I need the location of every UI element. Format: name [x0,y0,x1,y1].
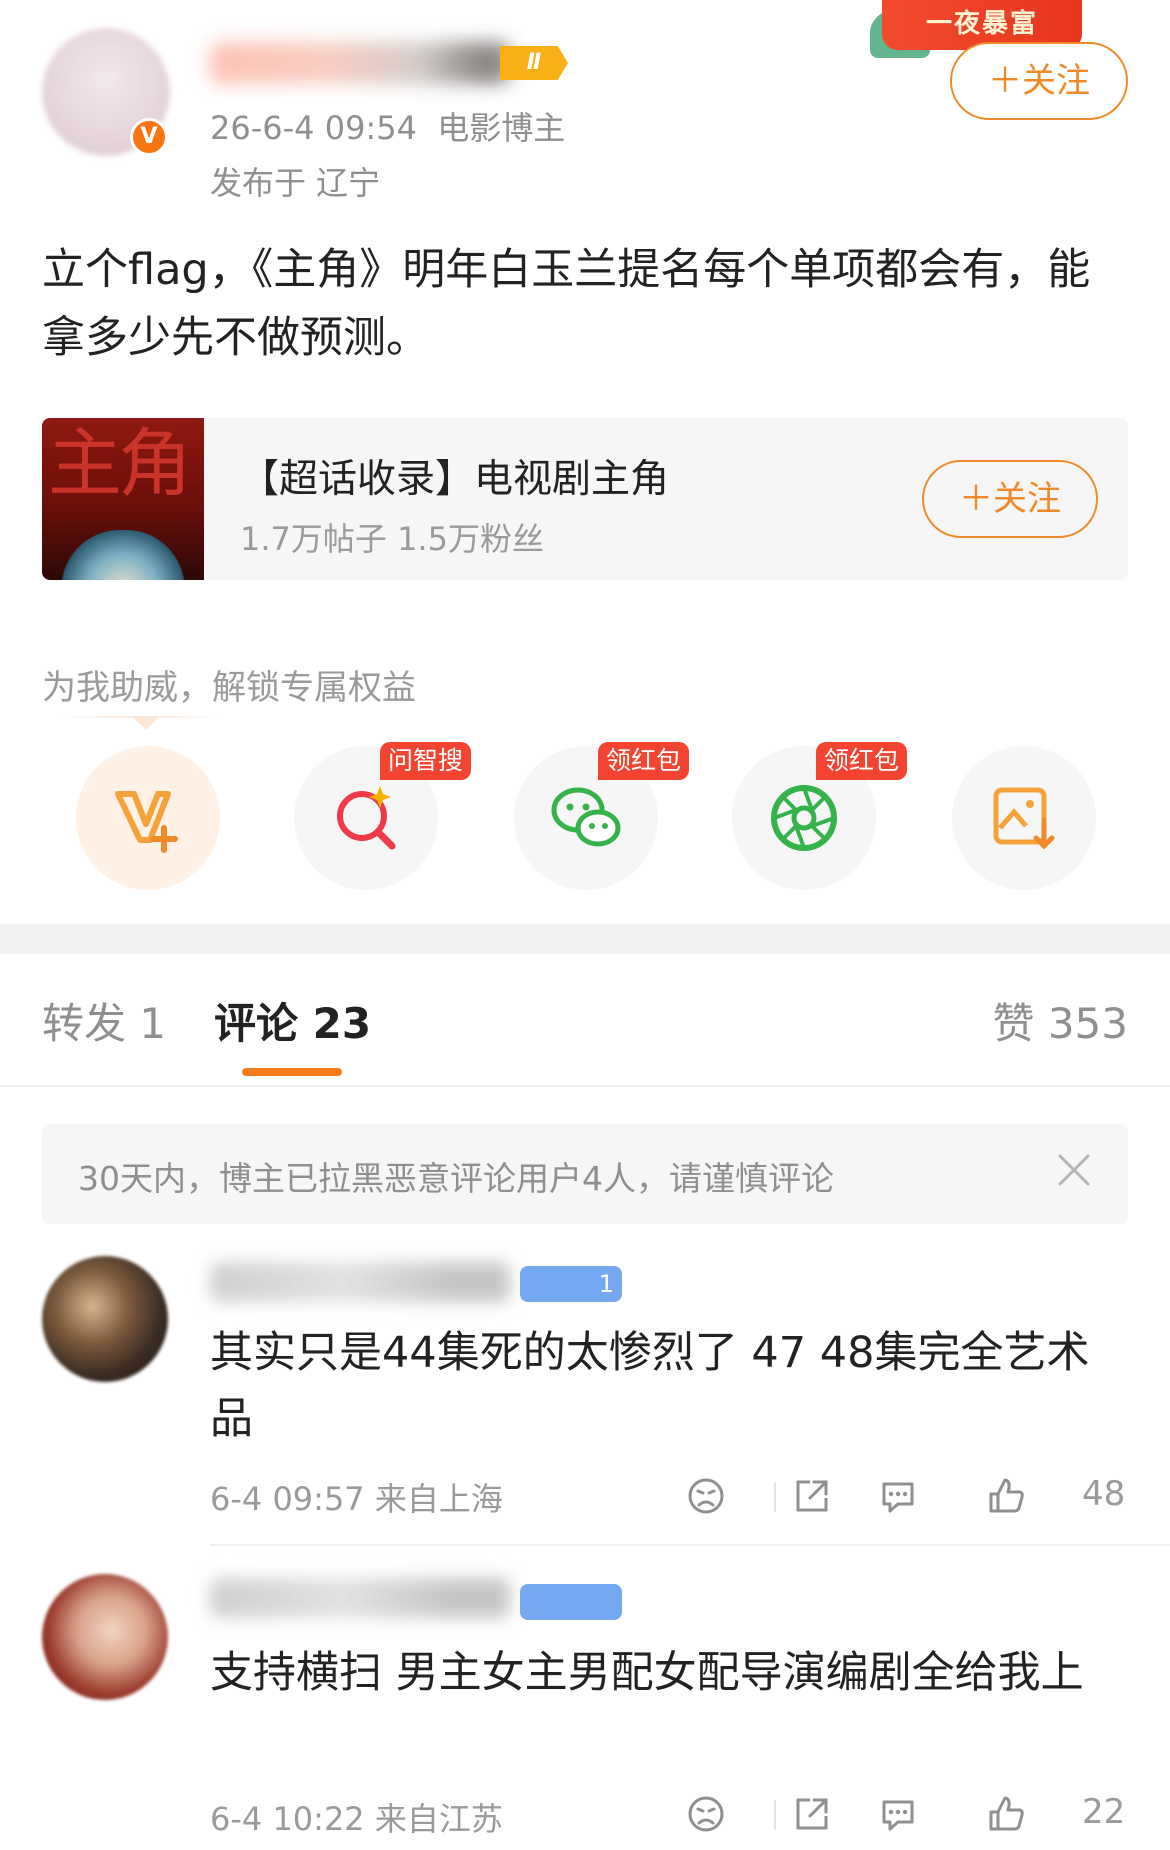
like-icon[interactable] [986,1794,1026,1834]
wechat-tag: 领红包 [598,742,690,780]
like-count: 22 [1082,1792,1126,1832]
dislike-icon[interactable] [686,1794,726,1834]
comment-meta: 6-4 09:57 来自上海 [210,1480,503,1518]
ai-search-icon [337,786,396,850]
section-divider [0,924,1170,954]
v-plus-icon [115,791,178,853]
post-meta: 26-6-4 09:54 电影博主 [210,103,565,149]
verified-icon: V [130,118,168,156]
tab-comments[interactable]: 评论 23 [214,990,371,1051]
moments-tag: 领红包 [816,742,908,780]
follow-button[interactable]: ＋关注 [950,42,1128,120]
level-badge: Ⅱ [500,46,568,80]
fan-badge: 1 [520,1266,622,1302]
commenter-avatar[interactable] [42,1574,168,1700]
moments-icon [771,785,837,851]
commenter-name-blurred[interactable] [210,1262,510,1302]
tab-active-indicator [242,1068,342,1076]
post-time: 26-6-4 09:54 [210,109,417,147]
share-icon[interactable] [792,1476,832,1516]
close-icon[interactable] [1054,1150,1094,1190]
commenter-name-blurred[interactable] [210,1578,510,1618]
tab-likes[interactable]: 赞 353 [992,990,1128,1051]
tab-repost[interactable]: 转发 1 [42,990,166,1051]
author-name-blurred[interactable] [210,42,510,84]
topic-card-stats: 1.7万帖子 1.5万粉丝 [240,520,544,558]
topic-image-text: 主角 [48,421,192,507]
comment-actions: 22 [686,1790,1126,1838]
tabs-divider [0,1085,1170,1087]
comment-divider [210,1544,1170,1546]
topic-follow-button[interactable]: ＋关注 [922,460,1098,538]
reply-icon[interactable] [878,1476,918,1516]
commenter-avatar[interactable] [42,1256,168,1382]
boost-label: 为我助威，解锁专属权益 [42,668,416,708]
action-separator [774,1482,776,1512]
reply-icon[interactable] [878,1794,918,1834]
comment-text: 其实只是44集死的太惨烈了 47 48集完全艺术品 [210,1328,1090,1444]
topic-image-fan [60,530,186,580]
topic-card-image[interactable]: 主角 [42,418,204,580]
action-separator [774,1800,776,1830]
boost-v-plus-button[interactable] [76,746,220,890]
like-count: 48 [1082,1474,1126,1514]
wechat-icon [551,787,621,847]
boost-caret [134,718,158,730]
topic-card-title[interactable]: 【超话收录】电视剧主角 [240,448,669,504]
post-location: 发布于 辽宁 [210,164,381,202]
like-icon[interactable] [986,1476,1026,1516]
comment-text: 支持横扫 男主女主男配女配导演编剧全给我上 [210,1648,1084,1698]
comment-meta: 6-4 10:22 来自江苏 [210,1800,503,1838]
boost-save-image-button[interactable] [952,746,1096,890]
fan-badge [520,1584,622,1620]
save-image-icon [993,787,1055,850]
post-content: 立个flag，《主角》明年白玉兰提名每个单项都会有，能拿多少先不做预测。 [42,245,1091,363]
comment-actions: 48 [686,1472,1126,1520]
dislike-icon[interactable] [686,1476,726,1516]
share-icon[interactable] [792,1794,832,1834]
author-tag: 电影博主 [437,109,566,147]
ai-search-tag: 问智搜 [380,742,472,780]
comment-notice-text: 30天内，博主已拉黑恶意评论用户4人，请谨慎评论 [78,1159,834,1198]
